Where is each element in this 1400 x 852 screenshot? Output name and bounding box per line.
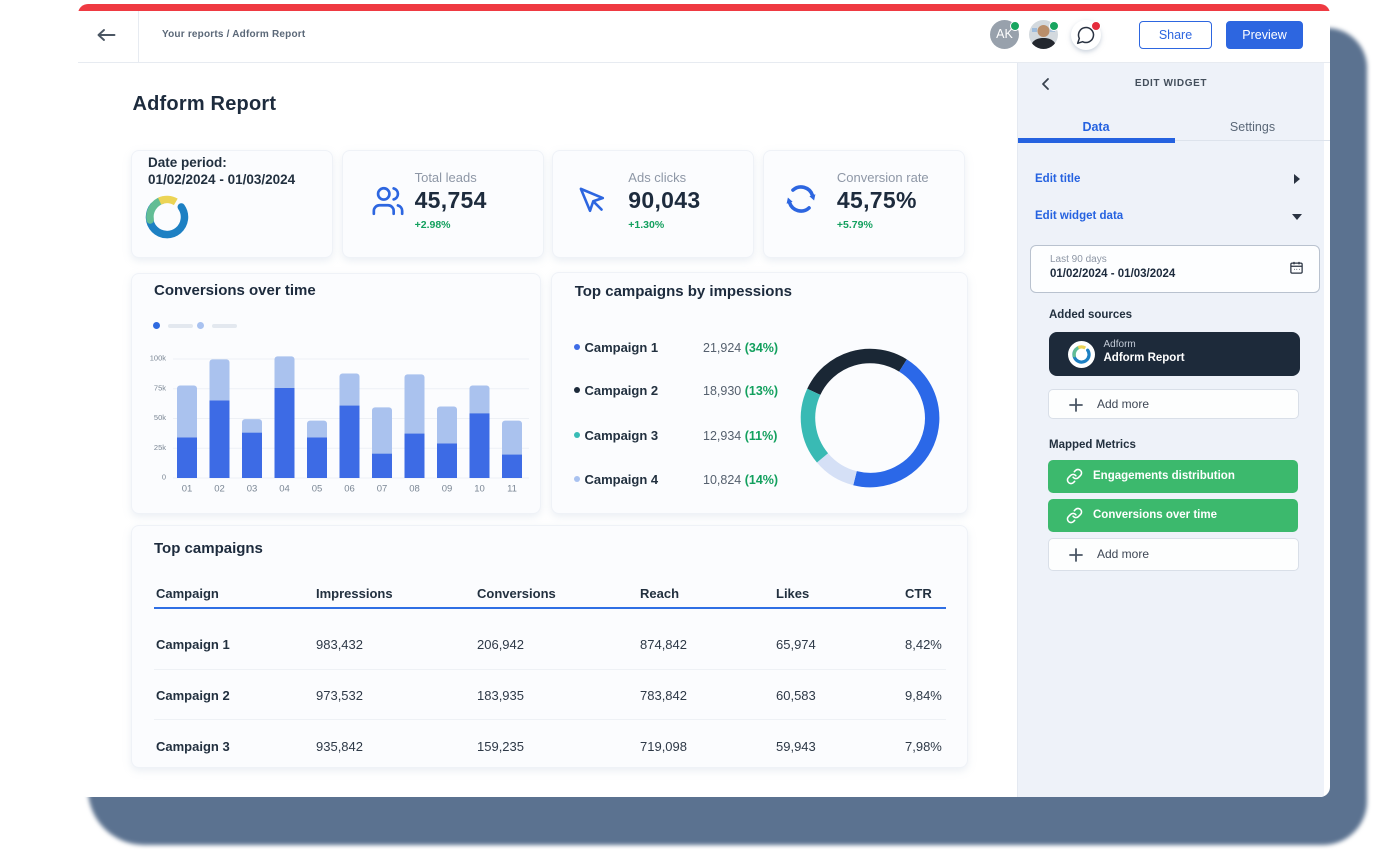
svg-text:50k: 50k (154, 413, 166, 422)
svg-text:25k: 25k (154, 443, 166, 452)
svg-text:05: 05 (312, 484, 323, 495)
svg-text:06: 06 (344, 484, 355, 495)
svg-text:100k: 100k (150, 354, 167, 363)
svg-text:0: 0 (162, 473, 166, 482)
svg-text:08: 08 (409, 484, 420, 495)
svg-text:07: 07 (377, 484, 388, 495)
svg-text:09: 09 (442, 484, 453, 495)
svg-text:01: 01 (182, 484, 193, 495)
svg-text:11: 11 (507, 484, 517, 495)
svg-text:04: 04 (279, 484, 290, 495)
svg-text:10: 10 (474, 484, 485, 495)
svg-text:03: 03 (247, 484, 258, 495)
svg-text:02: 02 (214, 484, 225, 495)
svg-text:75k: 75k (154, 383, 166, 392)
